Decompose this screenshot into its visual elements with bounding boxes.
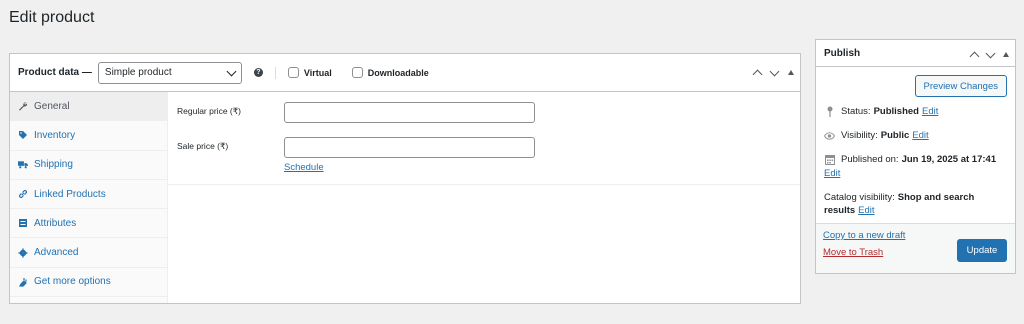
visibility-value: Public	[880, 130, 910, 141]
wrench-icon	[18, 101, 28, 111]
publish-footer: Copy to a new draft Move to Trash Update	[816, 223, 1015, 273]
plug-icon	[18, 277, 28, 287]
tab-inventory[interactable]: Inventory	[10, 121, 167, 151]
virtual-checkbox-wrap[interactable]: Virtual	[287, 67, 332, 78]
collapse-toggle-icon[interactable]	[788, 70, 794, 75]
status-label: Status:	[841, 106, 871, 117]
edit-catalog-visibility-link[interactable]: Edit	[858, 205, 874, 216]
downloadable-checkbox-wrap[interactable]: Downloadable	[351, 67, 429, 78]
publish-controls	[969, 48, 1009, 62]
published-on-value: Jun 19, 2025 at 17:41	[901, 154, 997, 165]
tab-get-more-options[interactable]: Get more options	[10, 268, 167, 298]
published-on-label: Published on:	[841, 154, 899, 165]
tab-label: Attributes	[34, 217, 77, 229]
published-on-edit-row: Edit	[824, 168, 840, 179]
tab-attributes[interactable]: Attributes	[10, 209, 167, 239]
page-title: Edit product	[9, 9, 95, 26]
virtual-label: Virtual	[303, 67, 332, 78]
move-to-trash-link[interactable]: Move to Trash	[823, 247, 883, 258]
product-type-select[interactable]: Simple product	[97, 61, 242, 84]
sale-price-label: Sale price (₹)	[177, 141, 229, 151]
publish-title: Publish	[824, 47, 861, 59]
product-type-value: Simple product	[104, 67, 172, 78]
regular-price-label: Regular price (₹)	[177, 106, 241, 116]
virtual-checkbox[interactable]	[287, 67, 299, 78]
product-data-header: Product data — Simple product ? Virtual …	[10, 54, 800, 92]
product-data-box: Product data — Simple product ? Virtual …	[9, 53, 801, 304]
published-on-row: Published on: Jun 19, 2025 at 17:41	[824, 154, 996, 165]
catalog-visibility-value: Shop and search	[897, 192, 975, 203]
pin-icon	[824, 106, 835, 117]
tab-linked-products[interactable]: Linked Products	[10, 180, 167, 210]
move-down-icon[interactable]	[769, 66, 780, 76]
gear-icon	[18, 248, 28, 258]
visibility-label: Visibility:	[841, 130, 878, 141]
tab-label: Shipping	[34, 159, 73, 171]
tab-label: Advanced	[34, 247, 79, 259]
catalog-visibility-row: Catalog visibility: Shop and search	[824, 192, 974, 203]
catalog-visibility-value-cont: results	[824, 205, 856, 216]
catalog-visibility-label: Catalog visibility:	[824, 192, 895, 203]
truck-icon	[18, 160, 28, 170]
tag-icon	[18, 130, 28, 140]
divider	[274, 66, 276, 79]
edit-published-on-link[interactable]: Edit	[824, 168, 840, 179]
copy-to-draft-link[interactable]: Copy to a new draft	[823, 230, 905, 241]
visibility-row: Visibility: Public Edit	[824, 130, 929, 141]
tab-label: Get more options	[34, 276, 111, 288]
update-button[interactable]: Update	[957, 239, 1007, 262]
product-data-controls	[752, 66, 794, 80]
status-value: Published	[873, 106, 919, 117]
edit-status-link[interactable]: Edit	[922, 106, 938, 117]
schedule-link[interactable]: Schedule	[284, 162, 324, 173]
collapse-toggle-icon[interactable]	[1003, 52, 1009, 57]
regular-price-input[interactable]	[284, 102, 535, 123]
link-icon	[18, 189, 28, 199]
help-icon[interactable]: ?	[253, 68, 263, 77]
move-up-icon[interactable]	[752, 69, 763, 80]
chevron-down-icon	[226, 66, 237, 76]
catalog-visibility-row-2: results Edit	[824, 205, 875, 216]
tab-label: Linked Products	[34, 188, 106, 200]
tab-shipping[interactable]: Shipping	[10, 151, 167, 180]
move-up-icon[interactable]	[969, 51, 980, 62]
edit-visibility-link[interactable]: Edit	[912, 130, 928, 141]
downloadable-label: Downloadable	[367, 67, 429, 78]
product-data-tabs: General Inventory Shipping Linked Produc…	[10, 92, 168, 303]
downloadable-checkbox[interactable]	[351, 67, 363, 78]
general-panel: Regular price (₹) Sale price (₹) Schedul…	[168, 92, 800, 185]
publish-box: Publish Preview Changes Status: Publishe…	[815, 39, 1016, 274]
sale-price-input[interactable]	[284, 137, 535, 158]
status-row: Status: Published Edit	[824, 106, 938, 117]
list-icon	[18, 218, 28, 228]
tab-general[interactable]: General	[10, 92, 167, 122]
preview-changes-button[interactable]: Preview Changes	[914, 75, 1007, 97]
tab-advanced[interactable]: Advanced	[10, 238, 167, 268]
tab-label: General	[34, 100, 70, 112]
move-down-icon[interactable]	[985, 48, 996, 58]
product-data-title: Product data —	[18, 67, 92, 78]
publish-header: Publish	[816, 40, 1015, 67]
eye-icon	[824, 130, 835, 141]
tab-label: Inventory	[34, 129, 76, 141]
calendar-icon	[824, 154, 835, 165]
